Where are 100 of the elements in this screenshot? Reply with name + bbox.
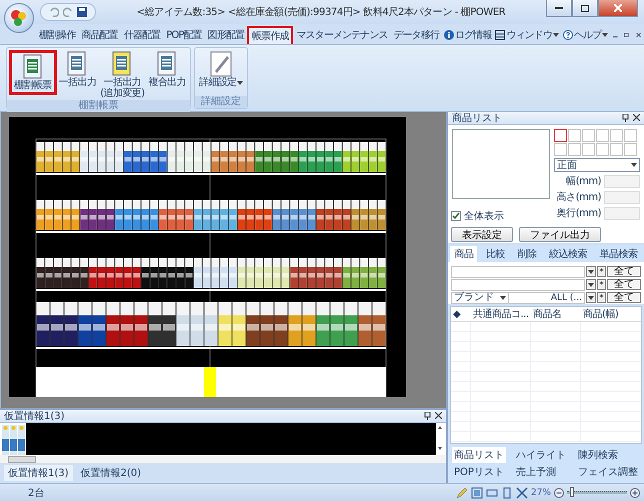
all-button[interactable]: 全て bbox=[607, 279, 641, 290]
app-logo-icon bbox=[10, 9, 28, 27]
face-swatch[interactable] bbox=[624, 143, 637, 156]
face-swatch[interactable] bbox=[568, 143, 581, 156]
document-icon bbox=[156, 51, 178, 77]
menu-tab[interactable]: 商品配置 bbox=[78, 26, 121, 44]
panel-tab[interactable]: POPリスト bbox=[452, 464, 506, 480]
panel-tab[interactable]: 陳列検索 bbox=[576, 447, 620, 463]
face-swatch[interactable] bbox=[610, 129, 623, 142]
minimize-button[interactable] bbox=[546, 0, 572, 17]
face-swatch[interactable] bbox=[568, 129, 581, 142]
window-title: <総アイテム数:35> <総在庫金額(売価):99374円> 飲料4尺2本パターン - 棚POWER bbox=[136, 6, 506, 19]
face-swatch[interactable] bbox=[610, 143, 623, 156]
all-button[interactable]: 全て bbox=[607, 292, 641, 303]
filter-field[interactable] bbox=[451, 266, 585, 278]
filter-value: ALL (... bbox=[550, 292, 583, 302]
dimension-field[interactable] bbox=[604, 174, 640, 188]
menu-tab[interactable]: 帳票作成 bbox=[247, 26, 294, 44]
close-icon[interactable] bbox=[435, 412, 442, 419]
panel-tab[interactable]: 絞込検索 bbox=[545, 246, 592, 262]
face-swatch[interactable] bbox=[554, 129, 567, 142]
zoom-slider-thumb[interactable] bbox=[570, 487, 574, 497]
app-menu-button[interactable] bbox=[4, 3, 34, 33]
menu-tab[interactable]: 棚割操作 bbox=[36, 26, 78, 44]
menu-command[interactable]: ログ情報 bbox=[442, 26, 494, 44]
checkbox-label: 全体表示 bbox=[464, 210, 504, 223]
button-label: 詳細設定 bbox=[199, 77, 243, 88]
dimension-field[interactable] bbox=[604, 206, 640, 220]
menu-tab[interactable]: データ移行 bbox=[390, 26, 442, 44]
column-header[interactable]: 共通商品コ... bbox=[471, 307, 531, 321]
fit-height-icon[interactable] bbox=[500, 486, 513, 498]
dropdown-button[interactable] bbox=[586, 279, 596, 290]
fit-icon[interactable] bbox=[470, 486, 483, 498]
dimension-label: 高さ(mm) bbox=[556, 190, 601, 204]
face-swatch[interactable] bbox=[596, 143, 609, 156]
button-label: 一括出力 bbox=[58, 77, 96, 88]
panel-tab[interactable]: 仮置情報2(0) bbox=[76, 465, 146, 481]
select-text: ブランド bbox=[454, 292, 494, 303]
menu-command[interactable]: ウィンドウ bbox=[493, 26, 561, 44]
panel-tab[interactable]: フェイス調整 bbox=[576, 464, 640, 480]
pin-icon[interactable] bbox=[622, 114, 629, 122]
ribbon-button[interactable]: 詳細設定 bbox=[197, 50, 245, 89]
panel-tab[interactable]: 商品リスト bbox=[452, 447, 506, 463]
menu-tab[interactable]: 什器配置 bbox=[120, 26, 164, 44]
panel-tab[interactable]: 比較 bbox=[482, 246, 509, 262]
face-swatch[interactable] bbox=[624, 129, 637, 142]
panel-tab[interactable]: ハイライト bbox=[514, 447, 568, 463]
horizontal-scrollbar[interactable] bbox=[0, 455, 446, 463]
caret-icon bbox=[588, 282, 594, 286]
panel-title: 仮置情報1(3) bbox=[4, 410, 65, 423]
panel-button[interactable]: 表示設定 bbox=[451, 227, 513, 242]
column-header[interactable]: 商品名 bbox=[531, 307, 581, 321]
zoom-in-icon[interactable] bbox=[630, 488, 640, 498]
all-button[interactable]: 全て bbox=[607, 266, 641, 277]
menu-tab[interactable]: POP配置 bbox=[163, 26, 205, 44]
wildcard-button[interactable]: * bbox=[597, 279, 606, 290]
menu-tab[interactable]: 図形配置 bbox=[204, 26, 248, 44]
dimension-label: 幅(mm) bbox=[566, 175, 601, 188]
close-icon[interactable] bbox=[636, 31, 641, 39]
save-icon[interactable] bbox=[77, 7, 87, 17]
column-header[interactable]: ◆ bbox=[451, 308, 471, 320]
ribbon-button[interactable]: 一括出力 (追加変更) bbox=[98, 50, 146, 100]
caret-icon bbox=[500, 296, 506, 300]
button-label: 棚割帳票 bbox=[14, 80, 52, 91]
column-header[interactable]: 商品(幅) bbox=[581, 307, 641, 321]
panel-tab[interactable]: 削除 bbox=[513, 246, 540, 262]
close-icon[interactable] bbox=[633, 114, 640, 121]
view-select[interactable]: 正面 bbox=[554, 158, 640, 172]
restore-icon[interactable] bbox=[624, 31, 630, 39]
face-swatch[interactable] bbox=[554, 143, 567, 156]
dropdown-button[interactable] bbox=[586, 292, 596, 303]
group-label: 棚割帳票 bbox=[7, 100, 190, 112]
wildcard-button[interactable]: * bbox=[597, 292, 606, 303]
panel-button[interactable]: ファイル出力 bbox=[519, 227, 601, 242]
ribbon-button[interactable]: 複合出力 bbox=[146, 50, 188, 89]
ribbon-button[interactable]: 棚割帳票 bbox=[9, 50, 57, 95]
button-label: 一括出力 bbox=[104, 77, 142, 88]
menu-command[interactable]: ヘルプ bbox=[560, 26, 610, 44]
panel-tab[interactable]: 商品 bbox=[450, 246, 478, 262]
maximize-button[interactable] bbox=[572, 0, 598, 17]
menu-tab[interactable]: マスターメンテナンス bbox=[293, 26, 390, 44]
product-thumbnails-drawing bbox=[2, 423, 26, 455]
face-swatch[interactable] bbox=[596, 129, 609, 142]
panel-tab[interactable]: 売上予測 bbox=[514, 464, 558, 480]
panel-tab[interactable]: 仮置情報1(3) bbox=[4, 465, 73, 481]
dropdown-button[interactable] bbox=[586, 266, 596, 277]
filter-field[interactable] bbox=[451, 278, 585, 290]
fit-width-icon[interactable] bbox=[486, 486, 498, 498]
close-button[interactable] bbox=[598, 0, 638, 17]
pin-icon[interactable] bbox=[424, 412, 431, 420]
checkbox[interactable] bbox=[451, 211, 461, 221]
dimension-field[interactable] bbox=[604, 190, 640, 204]
panel-tab[interactable]: 単品検索 bbox=[596, 246, 642, 262]
wildcard-button[interactable]: * bbox=[597, 266, 606, 277]
filter-field[interactable]: ブランド ALL (... bbox=[451, 292, 585, 304]
zoom-out-icon[interactable] bbox=[554, 488, 564, 498]
face-swatch[interactable] bbox=[582, 129, 595, 142]
face-swatch[interactable] bbox=[582, 143, 595, 156]
pencil-icon[interactable] bbox=[456, 486, 468, 498]
ribbon-button[interactable]: 一括出力 bbox=[56, 50, 98, 89]
